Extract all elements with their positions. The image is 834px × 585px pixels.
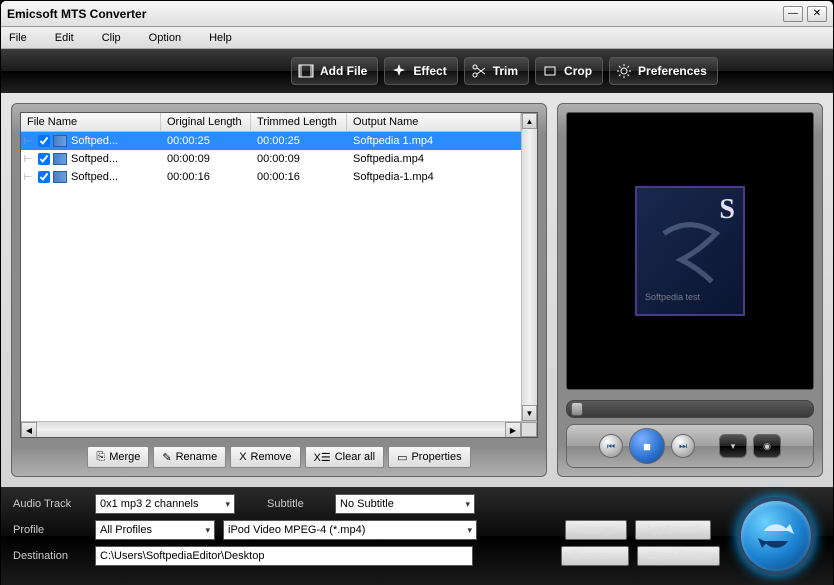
prev-button[interactable]: ⏮ xyxy=(599,434,623,458)
next-button[interactable]: ⏭ xyxy=(671,434,695,458)
video-file-icon xyxy=(53,171,67,183)
sparkle-icon xyxy=(391,63,407,79)
menubar: File Edit Clip Option Help xyxy=(1,27,833,49)
scissors-icon xyxy=(471,63,487,79)
profile-format-combo[interactable]: iPod Video MPEG-4 (*.mp4) xyxy=(223,520,477,540)
film-icon xyxy=(298,63,314,79)
seek-handle[interactable] xyxy=(571,402,583,416)
rename-button[interactable]: ✎Rename xyxy=(153,446,226,468)
row-checkbox[interactable] xyxy=(37,135,51,147)
remove-button[interactable]: XRemove xyxy=(230,446,300,468)
preview-thumbnail: S Softpedia test xyxy=(635,186,745,316)
menu-help[interactable]: Help xyxy=(209,32,232,44)
preferences-button[interactable]: Preferences xyxy=(609,57,718,85)
preview-label: Softpedia test xyxy=(645,292,700,302)
menu-file[interactable]: File xyxy=(9,32,27,44)
window-title: Emicsoft MTS Converter xyxy=(7,7,146,21)
open-folder-button[interactable]: Open Folder xyxy=(637,546,720,566)
row-checkbox[interactable] xyxy=(37,153,51,165)
remove-icon: X xyxy=(239,451,246,463)
file-list: File Name Original Length Trimmed Length… xyxy=(20,112,538,438)
destination-field[interactable] xyxy=(95,546,473,566)
browse-button[interactable]: Browse... xyxy=(561,546,629,566)
snapshot-button[interactable]: ◉ xyxy=(753,434,781,458)
destination-label: Destination xyxy=(13,550,87,562)
apply-to-all-button[interactable]: Apply to all xyxy=(635,520,711,540)
audiotrack-label: Audio Track xyxy=(13,498,87,510)
col-filename[interactable]: File Name xyxy=(21,113,161,131)
pencil-icon: ✎ xyxy=(162,451,171,464)
vertical-scrollbar[interactable]: ▲ ▼ xyxy=(521,113,537,421)
table-row[interactable]: ⊢Softped...00:00:1600:00:16Softpedia-1.m… xyxy=(21,168,521,186)
open-file-button[interactable]: ▾ xyxy=(719,434,747,458)
subtitle-combo[interactable]: No Subtitle xyxy=(335,494,475,514)
properties-button[interactable]: ▭Properties xyxy=(388,446,471,468)
scroll-left-icon[interactable]: ◀ xyxy=(21,422,37,438)
merge-icon: ⎘ xyxy=(96,451,105,464)
scroll-down-icon[interactable]: ▼ xyxy=(522,405,537,421)
seek-bar[interactable] xyxy=(566,400,814,418)
col-original-length[interactable]: Original Length xyxy=(161,113,251,131)
main-window: Emicsoft MTS Converter — ✕ File Edit Cli… xyxy=(0,0,834,582)
gear-icon xyxy=(616,63,632,79)
file-list-header: File Name Original Length Trimmed Length… xyxy=(21,113,521,132)
add-file-button[interactable]: Add File xyxy=(291,57,378,85)
audiotrack-combo[interactable]: 0x1 mp3 2 channels xyxy=(95,494,235,514)
horizontal-scrollbar[interactable]: ◀ ▶ xyxy=(21,421,537,437)
col-output-name[interactable]: Output Name xyxy=(347,113,521,131)
clear-all-button[interactable]: X☰Clear all xyxy=(305,446,385,468)
table-row[interactable]: ⊢Softped...00:00:2500:00:25Softpedia 1.m… xyxy=(21,132,521,150)
video-file-icon xyxy=(53,153,67,165)
settings-button[interactable]: Settings xyxy=(565,520,627,540)
menu-edit[interactable]: Edit xyxy=(55,32,74,44)
list-actions: ⎘Merge ✎Rename XRemove X☰Clear all ▭Prop… xyxy=(20,446,538,468)
camera-icon: ◉ xyxy=(763,441,771,452)
stop-button[interactable]: ■ xyxy=(629,428,665,464)
toolbar: Add File Effect Trim Crop Preferences xyxy=(1,49,833,93)
file-list-panel: File Name Original Length Trimmed Length… xyxy=(11,103,547,477)
profile-label: Profile xyxy=(13,524,87,536)
titlebar: Emicsoft MTS Converter — ✕ xyxy=(1,1,833,27)
convert-icon xyxy=(756,516,796,556)
scroll-up-icon[interactable]: ▲ xyxy=(522,113,537,129)
col-trimmed-length[interactable]: Trimmed Length xyxy=(251,113,347,131)
effect-button[interactable]: Effect xyxy=(384,57,457,85)
minimize-button[interactable]: — xyxy=(783,6,803,22)
crop-button[interactable]: Crop xyxy=(535,57,603,85)
clear-icon: X☰ xyxy=(314,451,331,464)
video-preview[interactable]: S Softpedia test xyxy=(566,112,814,390)
player-controls: ⏮ ■ ⏭ ▾ ◉ xyxy=(566,424,814,468)
convert-button[interactable] xyxy=(737,497,815,575)
row-checkbox[interactable] xyxy=(37,171,51,183)
props-icon: ▭ xyxy=(397,451,407,464)
table-row[interactable]: ⊢Softped...00:00:0900:00:09Softpedia.mp4 xyxy=(21,150,521,168)
video-file-icon xyxy=(53,135,67,147)
subtitle-label: Subtitle xyxy=(267,498,327,510)
scroll-right-icon[interactable]: ▶ xyxy=(505,422,521,438)
profile-category-combo[interactable]: All Profiles xyxy=(95,520,215,540)
crop-icon xyxy=(542,63,558,79)
trim-button[interactable]: Trim xyxy=(464,57,529,85)
menu-option[interactable]: Option xyxy=(149,32,181,44)
close-button[interactable]: ✕ xyxy=(807,6,827,22)
menu-clip[interactable]: Clip xyxy=(102,32,121,44)
merge-button[interactable]: ⎘Merge xyxy=(87,446,149,468)
file-list-body[interactable]: ⊢Softped...00:00:2500:00:25Softpedia 1.m… xyxy=(21,132,521,421)
bottom-panel: Audio Track 0x1 mp3 2 channels Subtitle … xyxy=(1,487,833,585)
preview-panel: S Softpedia test ⏮ ■ ⏭ ▾ ◉ xyxy=(557,103,823,477)
